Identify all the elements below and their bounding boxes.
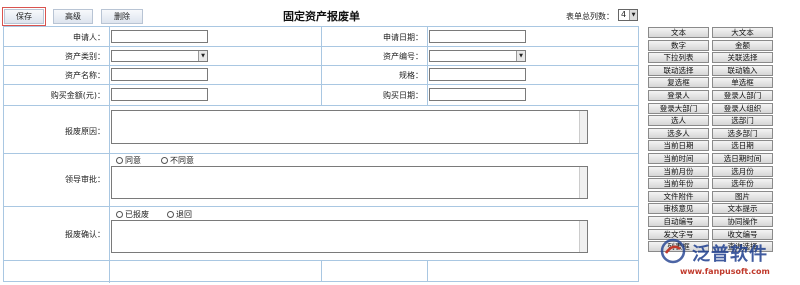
- palette-button[interactable]: 文件附件: [648, 190, 709, 202]
- palette-button[interactable]: 下拉列表: [648, 52, 709, 64]
- chevron-down-icon: ▼: [629, 10, 637, 20]
- apply-date-input[interactable]: [429, 30, 526, 43]
- chevron-down-icon: ▼: [516, 51, 525, 61]
- palette-button[interactable]: 当前时间: [648, 153, 709, 164]
- return-option-label: 退回: [176, 210, 192, 219]
- palette-button[interactable]: 选月份: [712, 165, 773, 177]
- palette-button[interactable]: 当前月份: [648, 165, 709, 177]
- radio-icon: [116, 157, 123, 164]
- palette-button[interactable]: 选多人: [648, 127, 709, 139]
- scrollbar[interactable]: [579, 221, 587, 252]
- palette-button[interactable]: 登录人组织: [712, 102, 773, 114]
- toolbar: 保存 高级 删除 固定资产报废单 表单总列数： 4 ▼: [0, 0, 800, 26]
- scrapped-option-label: 已报废: [125, 210, 149, 219]
- brand-name: 泛普软件: [692, 244, 768, 265]
- spec-input[interactable]: [429, 68, 526, 81]
- brand-logo-icon: [660, 238, 686, 264]
- asset-number-select[interactable]: ▼: [429, 50, 526, 62]
- chevron-down-icon: ▼: [198, 51, 207, 61]
- palette-button[interactable]: 登录大部门: [648, 102, 709, 114]
- advanced-button[interactable]: 高级: [53, 9, 93, 24]
- scrollbar[interactable]: [579, 167, 587, 198]
- palette-button[interactable]: 选人: [648, 115, 709, 127]
- form-title: 固定资产报废单: [283, 10, 360, 23]
- palette-button[interactable]: 审核意见: [648, 203, 709, 215]
- leader-approval-label: 领导审批：: [65, 175, 105, 184]
- radio-icon: [116, 211, 123, 218]
- apply-date-label: 申请日期：: [383, 33, 423, 42]
- palette-button[interactable]: 联动输入: [712, 64, 773, 76]
- applicant-label: 申请人：: [73, 33, 105, 42]
- palette-button[interactable]: 选部门: [712, 115, 773, 127]
- palette-button[interactable]: 图片: [712, 190, 773, 202]
- scrap-reason-label: 报废原因：: [65, 127, 105, 136]
- columns-value: 4: [621, 10, 627, 19]
- palette-button[interactable]: 选日期时间: [712, 153, 773, 164]
- asset-category-label: 资产类别：: [65, 52, 105, 61]
- scrollbar[interactable]: [579, 111, 587, 143]
- palette-button[interactable]: 选年份: [712, 178, 773, 190]
- asset-name-input[interactable]: [111, 68, 208, 81]
- columns-select[interactable]: 4 ▼: [618, 9, 638, 21]
- palette-button[interactable]: 数字: [648, 39, 709, 51]
- scrap-form: 申请人： 申请日期： 资产类别： ▼ 资产编号： ▼ 资产名称： 规格： 购买金…: [3, 26, 639, 283]
- scrap-confirm-textarea[interactable]: [111, 220, 588, 253]
- applicant-input[interactable]: [111, 30, 208, 43]
- purchase-date-label: 购买日期：: [383, 91, 423, 100]
- palette-button[interactable]: 文本: [648, 27, 709, 38]
- palette-button[interactable]: 选日期: [712, 140, 773, 152]
- asset-category-select[interactable]: ▼: [111, 50, 208, 62]
- delete-button[interactable]: 删除: [101, 9, 143, 24]
- asset-number-label: 资产编号：: [383, 52, 423, 61]
- scrap-reason-textarea[interactable]: [111, 110, 588, 144]
- return-radio[interactable]: 退回: [167, 209, 192, 220]
- palette-button[interactable]: 当前年份: [648, 178, 709, 190]
- scrapped-radio[interactable]: 已报废: [116, 209, 149, 220]
- palette-button[interactable]: 单选框: [712, 77, 773, 89]
- watermark: 泛普软件 www.fanpusoft.com: [660, 236, 800, 284]
- palette-button[interactable]: 登录人: [648, 90, 709, 101]
- palette-button[interactable]: 文本提示: [712, 203, 773, 215]
- approve-radio[interactable]: 同意: [116, 155, 141, 166]
- spec-label: 规格：: [399, 71, 423, 80]
- radio-icon: [161, 157, 168, 164]
- palette-button[interactable]: 自动编号: [648, 216, 709, 227]
- palette-button[interactable]: 当前日期: [648, 140, 709, 152]
- purchase-amount-label: 购买金额(元)：: [50, 91, 105, 100]
- palette-button[interactable]: 关联选择: [712, 52, 773, 64]
- leader-approval-textarea[interactable]: [111, 166, 588, 199]
- palette-button[interactable]: 登录人部门: [712, 90, 773, 101]
- scrap-confirm-label: 报废确认：: [65, 230, 105, 239]
- palette-button[interactable]: 复选框: [648, 77, 709, 89]
- palette-button[interactable]: 协同操作: [712, 216, 773, 227]
- radio-icon: [167, 211, 174, 218]
- purchase-amount-input[interactable]: [111, 88, 208, 101]
- brand-url: www.fanpusoft.com: [680, 267, 770, 276]
- palette-button[interactable]: 金额: [712, 39, 773, 51]
- save-button[interactable]: 保存: [2, 7, 46, 26]
- disapprove-radio[interactable]: 不同意: [161, 155, 194, 166]
- approve-option-label: 同意: [125, 156, 141, 165]
- asset-name-label: 资产名称：: [65, 71, 105, 80]
- columns-label: 表单总列数：: [566, 12, 614, 21]
- palette-button[interactable]: 联动选择: [648, 64, 709, 76]
- palette-button[interactable]: 大文本: [712, 27, 773, 38]
- palette-button[interactable]: 选多部门: [712, 127, 773, 139]
- disapprove-option-label: 不同意: [170, 156, 194, 165]
- purchase-date-input[interactable]: [429, 88, 526, 101]
